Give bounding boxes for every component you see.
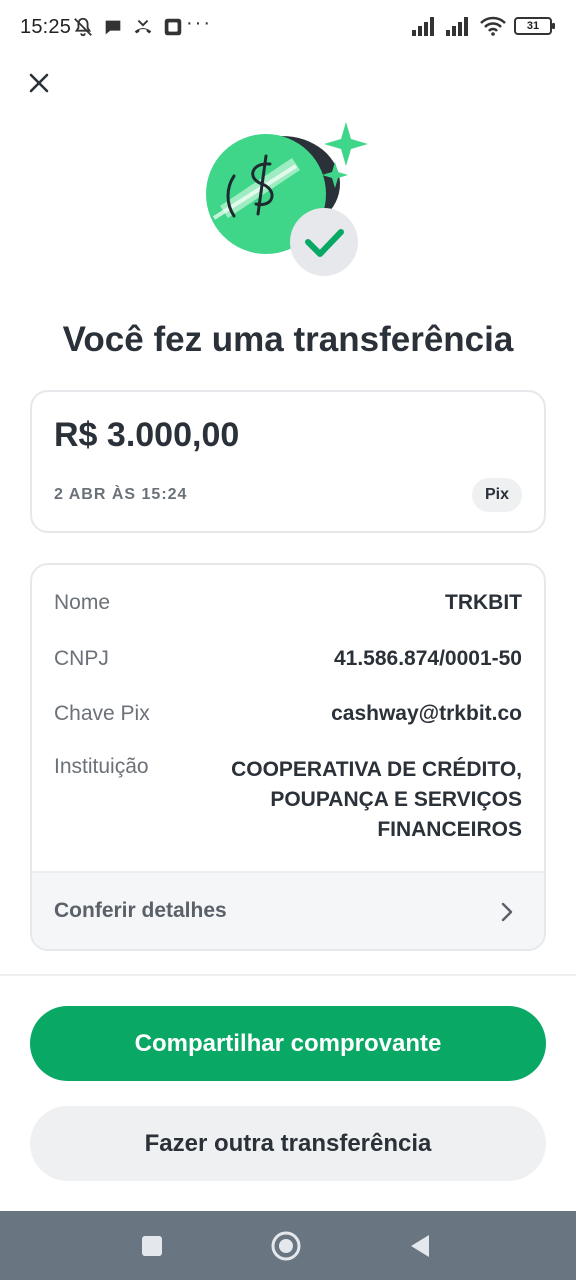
detail-label: Instituição — [54, 755, 149, 778]
detail-row-cnpj: CNPJ 41.586.874/0001-50 — [54, 647, 522, 671]
signal-icon — [446, 17, 468, 36]
detail-row-pix-key: Chave Pix cashway@trkbit.co — [54, 702, 522, 726]
chat-bubble-icon — [105, 20, 121, 35]
battery-icon: 31 — [514, 17, 555, 35]
view-details-label: Conferir detalhes — [54, 899, 227, 922]
transfer-success-illustration — [206, 122, 368, 276]
square-icon — [142, 1235, 162, 1256]
detail-label: Chave Pix — [54, 702, 150, 725]
wifi-icon — [480, 16, 506, 36]
recent-apps-button[interactable] — [122, 1211, 182, 1280]
amount-value: R$ 3.000,00 — [54, 416, 240, 454]
missed-call-icon — [134, 19, 152, 34]
detail-value: TRKBIT — [445, 591, 522, 614]
status-more-icon: ··· — [186, 12, 212, 34]
signal-icon — [412, 17, 434, 36]
share-receipt-button[interactable]: Compartilhar comprovante — [30, 1006, 546, 1081]
chevron-right-icon — [501, 902, 513, 922]
detail-label: Nome — [54, 591, 111, 614]
status-icons-left — [72, 16, 184, 38]
home-circle-icon — [271, 1231, 301, 1260]
amount-card: R$ 3.000,00 2 ABR ÀS 15:24 Pix — [30, 390, 546, 533]
navigation-bar — [0, 1211, 576, 1280]
home-button[interactable] — [256, 1211, 316, 1280]
app-notification-icon — [164, 18, 182, 36]
status-icons-right: 31 — [412, 16, 555, 36]
detail-value: COOPERATIVA DE CRÉDITO, POUPANÇA E SERVI… — [231, 758, 522, 841]
status-bar: 15:25 ··· 31 — [0, 0, 576, 60]
divider — [0, 974, 576, 976]
view-details-link[interactable]: Conferir detalhes — [32, 871, 544, 949]
status-time: 15:25 — [20, 16, 72, 38]
detail-label: CNPJ — [54, 647, 109, 670]
detail-row-name: Nome TRKBIT — [54, 591, 522, 615]
back-triangle-icon — [411, 1234, 429, 1257]
detail-value: 41.586.874/0001-50 — [333, 647, 522, 670]
close-icon — [29, 73, 49, 93]
detail-row-institution: Instituição COOPERATIVA DE CRÉDITO, POUP… — [54, 755, 522, 845]
details-card: Nome TRKBIT CNPJ 41.586.874/0001-50 Chav… — [30, 563, 546, 951]
page-title: Você fez uma transferência — [62, 320, 514, 359]
back-button[interactable] — [390, 1211, 450, 1280]
payment-method-badge: Pix — [472, 478, 522, 512]
transfer-date: 2 ABR ÀS 15:24 — [54, 486, 188, 503]
close-button[interactable] — [22, 66, 56, 100]
detail-value: cashway@trkbit.co — [331, 702, 522, 725]
notifications-off-icon — [74, 17, 92, 37]
new-transfer-button[interactable]: Fazer outra transferência — [30, 1106, 546, 1181]
